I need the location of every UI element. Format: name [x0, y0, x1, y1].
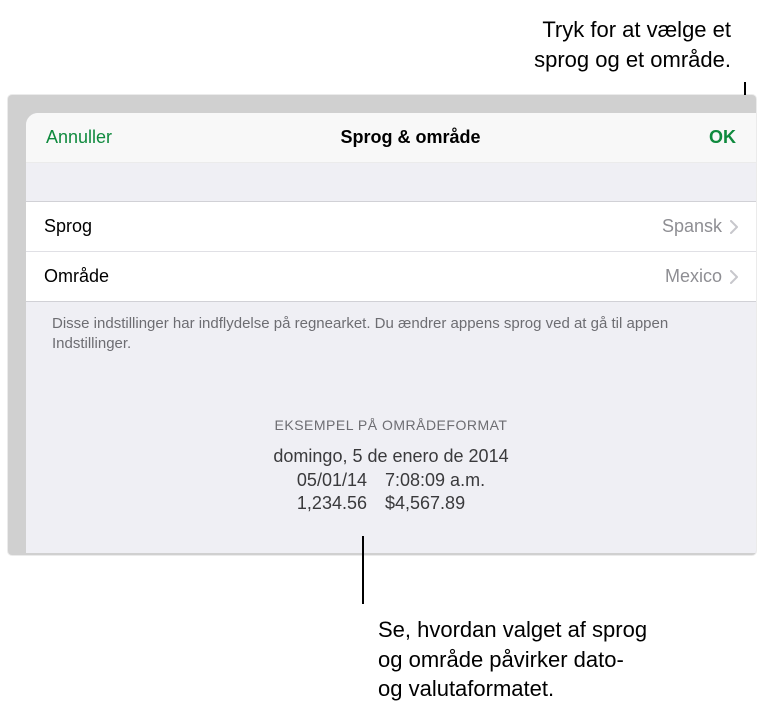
settings-group: Sprog Spansk Område Mexico: [26, 201, 756, 302]
settings-footer-text: Disse indstillinger har indflydelse på r…: [26, 302, 756, 367]
annotation-text: Tryk for at vælge et: [534, 15, 731, 45]
callout-line: [362, 536, 364, 604]
annotation-text: og område påvirker dato-: [378, 645, 647, 675]
annotation-text: Se, hvordan valget af sprog: [378, 615, 647, 645]
modal-header: Annuller Sprog & område OK: [26, 113, 756, 163]
example-short-date: 05/01/14: [297, 470, 367, 491]
example-section: EKSEMPEL PÅ OMRÅDEFORMAT domingo, 5 de e…: [26, 417, 756, 514]
annotation-text: og valutaformatet.: [378, 674, 647, 704]
example-full-date: domingo, 5 de enero de 2014: [26, 443, 756, 470]
example-grid: 05/01/14 7:08:09 a.m. 1,234.56 $4,567.89: [297, 470, 485, 514]
example-currency: $4,567.89: [385, 493, 485, 514]
row-value: Spansk: [662, 216, 722, 237]
ok-button[interactable]: OK: [709, 127, 736, 148]
row-label: Område: [44, 266, 109, 287]
language-row[interactable]: Sprog Spansk: [26, 202, 756, 252]
screenshot-frame: Annuller Sprog & område OK Sprog Spansk …: [8, 95, 756, 555]
annotation-bottom: Se, hvordan valget af sprog og område på…: [378, 615, 647, 704]
chevron-right-icon: [730, 270, 738, 284]
annotation-top: Tryk for at vælge et sprog og et område.: [534, 15, 731, 74]
row-value-container: Mexico: [665, 266, 738, 287]
annotation-text: sprog og et område.: [534, 45, 731, 75]
language-region-modal: Annuller Sprog & område OK Sprog Spansk …: [26, 113, 756, 553]
example-time: 7:08:09 a.m.: [385, 470, 485, 491]
row-label: Sprog: [44, 216, 92, 237]
cancel-button[interactable]: Annuller: [46, 127, 112, 148]
chevron-right-icon: [730, 220, 738, 234]
example-header: EKSEMPEL PÅ OMRÅDEFORMAT: [26, 417, 756, 433]
modal-title: Sprog & område: [341, 127, 481, 148]
example-number: 1,234.56: [297, 493, 367, 514]
region-row[interactable]: Område Mexico: [26, 252, 756, 301]
row-value: Mexico: [665, 266, 722, 287]
row-value-container: Spansk: [662, 216, 738, 237]
